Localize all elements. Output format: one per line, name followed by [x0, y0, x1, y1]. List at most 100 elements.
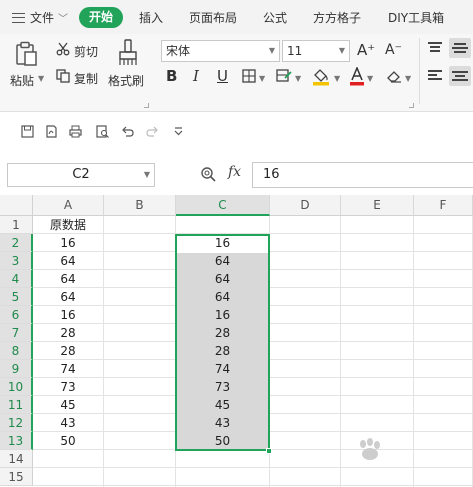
cell-a11[interactable]: 45: [33, 396, 103, 414]
cell-a13[interactable]: 50: [33, 432, 103, 450]
row-header-8[interactable]: 8: [0, 342, 33, 360]
column-header-d[interactable]: D: [270, 195, 341, 216]
selection-border: [175, 234, 270, 451]
row-header-3[interactable]: 3: [0, 252, 33, 270]
scissors-icon[interactable]: [56, 42, 70, 56]
column-header-f[interactable]: F: [414, 195, 473, 216]
row-header-14[interactable]: 14: [0, 450, 33, 468]
grow-font-icon[interactable]: A⁺: [357, 41, 375, 59]
select-all-corner[interactable]: [0, 195, 33, 216]
underline-icon[interactable]: U: [217, 67, 228, 85]
column-gridline: [103, 216, 104, 487]
cell-a6[interactable]: 16: [33, 306, 103, 324]
font-name-select[interactable]: 宋体 ▼: [161, 40, 280, 62]
align-left-icon[interactable]: [428, 70, 442, 82]
row-header-2[interactable]: 2: [0, 234, 33, 252]
menu-icon: [12, 13, 25, 23]
tab-insert[interactable]: 插入: [139, 9, 163, 26]
cell-style-icon[interactable]: [276, 69, 292, 83]
row-header-11[interactable]: 11: [0, 396, 33, 414]
font-size-select[interactable]: 11 ▼: [282, 40, 350, 62]
chevron-down-icon[interactable]: ▼: [405, 74, 411, 83]
cell-a8[interactable]: 28: [33, 342, 103, 360]
cell-a3[interactable]: 64: [33, 252, 103, 270]
tab-fangfang-grid[interactable]: 方方格子: [313, 9, 361, 26]
format-painter-icon[interactable]: [117, 39, 139, 67]
quick-access-toolbar: [0, 113, 473, 149]
paste-button[interactable]: 粘贴: [10, 72, 34, 89]
zoom-icon[interactable]: [200, 166, 216, 182]
copy-icon[interactable]: [56, 69, 70, 83]
eraser-icon[interactable]: [386, 69, 402, 83]
chevron-down-icon[interactable]: ▼: [38, 74, 44, 83]
chevron-down-icon[interactable]: ▼: [367, 74, 373, 83]
row-header-12[interactable]: 12: [0, 414, 33, 432]
column-header-c[interactable]: C: [176, 195, 270, 216]
shrink-font-icon[interactable]: A⁻: [385, 42, 402, 58]
chevron-down-icon[interactable]: ▼: [259, 74, 265, 83]
column-header-b[interactable]: B: [104, 195, 176, 216]
paste-icon[interactable]: [13, 41, 39, 67]
menu-file[interactable]: 文件 ﹀: [12, 9, 68, 26]
save-icon[interactable]: [21, 125, 34, 138]
format-painter-button[interactable]: 格式刷: [108, 72, 144, 89]
cell-a9[interactable]: 74: [33, 360, 103, 378]
cell-a7[interactable]: 28: [33, 324, 103, 342]
cell-a12[interactable]: 43: [33, 414, 103, 432]
row-header-15[interactable]: 15: [0, 468, 33, 486]
cell-a5[interactable]: 64: [33, 288, 103, 306]
ribbon-divider: [419, 38, 420, 104]
cell-a1[interactable]: 原数据: [33, 216, 103, 234]
cell-a10[interactable]: 73: [33, 378, 103, 396]
fill-color-icon[interactable]: [312, 67, 330, 86]
tab-diy-toolbox[interactable]: DIY工具箱: [388, 9, 444, 26]
formula-bar: C2 ▼ fx 16: [0, 149, 473, 195]
redo-icon[interactable]: [146, 125, 159, 138]
column-header-a[interactable]: A: [33, 195, 104, 216]
cell-a2[interactable]: 16: [33, 234, 103, 252]
border-icon[interactable]: [242, 69, 256, 83]
watermark-logo: [355, 438, 383, 462]
row-gridline: [33, 485, 473, 486]
print-preview-icon[interactable]: [96, 125, 109, 138]
menu-bar: 文件 ﹀ 开始 插入 页面布局 公式 方方格子 DIY工具箱: [0, 0, 473, 34]
row-header-13[interactable]: 13: [0, 432, 33, 450]
function-icon[interactable]: fx: [228, 164, 241, 180]
row-header-10[interactable]: 10: [0, 378, 33, 396]
cell-a4[interactable]: 64: [33, 270, 103, 288]
row-header-4[interactable]: 4: [0, 270, 33, 288]
chevron-down-icon[interactable]: ▼: [295, 74, 301, 83]
column-gridline: [413, 216, 414, 487]
chevron-down-icon[interactable]: ▼: [144, 164, 150, 186]
font-name-value: 宋体: [166, 44, 191, 58]
cut-button[interactable]: 剪切: [74, 43, 98, 60]
font-dialog-launcher[interactable]: [409, 103, 414, 108]
clipboard-dialog-launcher[interactable]: [144, 103, 149, 108]
column-gridline: [340, 216, 341, 487]
tab-page-layout[interactable]: 页面布局: [189, 9, 237, 26]
align-top-icon[interactable]: [428, 42, 442, 54]
name-box[interactable]: C2 ▼: [7, 163, 155, 187]
bold-icon[interactable]: B: [166, 67, 177, 85]
print-icon[interactable]: [69, 125, 82, 138]
align-middle-icon[interactable]: [449, 38, 471, 58]
undo-icon[interactable]: [121, 125, 134, 138]
formula-input[interactable]: 16: [252, 162, 473, 188]
italic-icon[interactable]: I: [193, 67, 199, 85]
font-color-icon[interactable]: [350, 66, 364, 86]
align-center-icon[interactable]: [449, 66, 471, 86]
fill-handle[interactable]: [266, 448, 272, 454]
spreadsheet-grid[interactable]: ABCDEF 1 2 3 4 5 6 7 8 9 10 11 12 13 14 15 原数据 16 64 64 64…: [0, 195, 473, 487]
copy-button[interactable]: 复制: [74, 70, 98, 87]
tab-start[interactable]: 开始: [79, 7, 123, 28]
row-header-6[interactable]: 6: [0, 306, 33, 324]
column-header-e[interactable]: E: [341, 195, 414, 216]
export-pdf-icon[interactable]: [45, 125, 58, 138]
customize-toolbar-icon[interactable]: [172, 125, 185, 138]
row-header-9[interactable]: 9: [0, 360, 33, 378]
tab-formula[interactable]: 公式: [263, 9, 287, 26]
row-header-7[interactable]: 7: [0, 324, 33, 342]
chevron-down-icon[interactable]: ▼: [334, 74, 340, 83]
row-header-1[interactable]: 1: [0, 216, 33, 234]
row-header-5[interactable]: 5: [0, 288, 33, 306]
